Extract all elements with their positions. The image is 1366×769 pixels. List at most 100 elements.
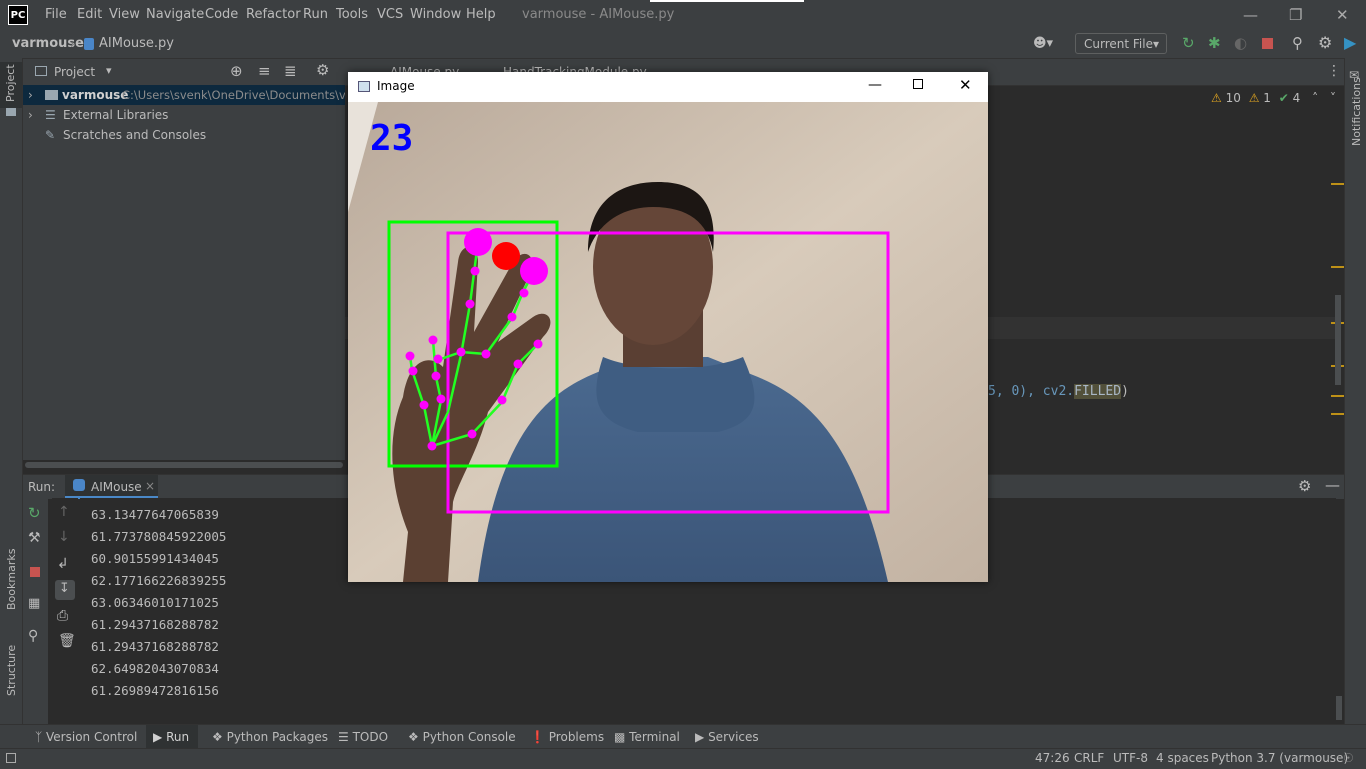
tool-python-packages[interactable]: ❖ Python Packages <box>212 730 328 744</box>
collapse-all-icon[interactable]: ≣ <box>284 62 297 80</box>
run-config-tab[interactable]: AIMouse × <box>65 475 158 499</box>
weak-warning-icon: ⚠ <box>1248 91 1260 105</box>
landmark <box>467 429 477 439</box>
warning-marker[interactable] <box>1331 413 1344 415</box>
run-config-select[interactable]: Current File ▾ <box>1075 33 1167 54</box>
more-options-icon[interactable]: ⋮ <box>1327 63 1341 79</box>
soft-wrap-icon[interactable]: ↲ <box>57 556 69 572</box>
file-encoding[interactable]: UTF-8 <box>1113 751 1148 765</box>
console-line: 62.177166226839255 <box>91 573 227 588</box>
code-line: 5, 0), cv2.FILLED) <box>988 384 1129 399</box>
landmark <box>408 366 418 376</box>
menu-refactor[interactable]: Refactor <box>246 7 301 22</box>
locate-icon[interactable]: ⊕ <box>230 62 243 80</box>
image-window-titlebar[interactable]: Image — ✕ <box>348 72 988 102</box>
structure-tool-label[interactable]: Structure <box>5 645 18 696</box>
settings-gear-icon[interactable]: ⚙ <box>1318 33 1332 52</box>
pin-icon[interactable]: ⚲ <box>28 628 38 644</box>
scroll-to-end-button[interactable]: ↧ <box>55 580 75 600</box>
menu-edit[interactable]: Edit <box>77 7 102 22</box>
error-stripe <box>1331 179 1344 469</box>
close-tab-icon[interactable]: × <box>145 479 155 493</box>
python-interpreter[interactable]: Python 3.7 (varmouse) <box>1211 751 1348 765</box>
menu-bar: PC File Edit View Navigate Code Refactor… <box>0 0 1366 30</box>
warning-icon: ⚠ <box>1211 91 1222 105</box>
line-separator[interactable]: CRLF <box>1074 751 1104 765</box>
window-title: varmouse - AIMouse.py <box>522 7 675 22</box>
bookmarks-tool-label[interactable]: Bookmarks <box>5 549 18 610</box>
restore-icon[interactable]: ❐ <box>1289 6 1302 24</box>
project-tree: › varmouse C:\Users\svenk\OneDrive\Docum… <box>23 85 362 468</box>
debug-icon[interactable]: ✱ <box>1208 34 1221 52</box>
landmark <box>428 335 438 345</box>
run-settings-gear-icon[interactable]: ⚙ <box>1298 477 1311 495</box>
tool-label: Python Console <box>422 730 516 744</box>
lock-icon[interactable]: ☉ <box>1343 751 1354 765</box>
menu-code[interactable]: Code <box>205 7 238 22</box>
wrench-icon[interactable]: ⚒ <box>28 530 41 546</box>
rerun-icon[interactable]: ↻ <box>28 504 41 522</box>
jetbrains-toolbox-icon[interactable]: ▶ <box>1344 33 1356 52</box>
tree-row-varmouse[interactable]: › varmouse C:\Users\svenk\OneDrive\Docum… <box>23 85 362 105</box>
stop-icon[interactable] <box>1262 38 1273 49</box>
trash-icon[interactable]: 🗑 <box>58 633 76 649</box>
status-bar: 47:26 CRLF UTF-8 4 spaces Python 3.7 (va… <box>0 748 1366 769</box>
layout-icon[interactable]: ▦ <box>28 596 40 611</box>
project-panel-title[interactable]: Project <box>54 65 95 79</box>
caret-position[interactable]: 47:26 <box>1035 751 1070 765</box>
toggle-tool-windows-icon[interactable] <box>6 753 16 763</box>
tool-problems[interactable]: ❗ Problems <box>530 730 604 744</box>
user-icon[interactable]: ☻▾ <box>1033 36 1053 51</box>
breadcrumb-file[interactable]: AIMouse.py <box>99 36 174 51</box>
warning-marker[interactable] <box>1331 266 1344 268</box>
python-file-icon <box>84 38 94 50</box>
chevron-down-icon[interactable]: ˅ <box>1330 91 1336 105</box>
vertical-scrollbar[interactable] <box>1335 295 1341 385</box>
minimize-icon[interactable]: — <box>868 77 882 93</box>
menu-file[interactable]: File <box>45 7 67 22</box>
minimize-icon[interactable]: — <box>1243 6 1258 24</box>
rerun-icon[interactable]: ↻ <box>1182 34 1195 52</box>
tool-services[interactable]: ▶ Services <box>695 730 759 744</box>
close-icon[interactable]: ✕ <box>1336 6 1349 24</box>
chevron-up-icon[interactable]: ˄ <box>1312 91 1318 105</box>
inspection-widget[interactable]: ⚠ 10 ⚠ 1 ✔ 4 ˄ ˅ <box>1211 91 1336 105</box>
menu-vcs[interactable]: VCS <box>377 7 403 22</box>
landmark <box>481 349 491 359</box>
arrow-down-icon[interactable]: ↓ <box>58 529 70 545</box>
print-icon[interactable]: ⎙ <box>57 608 68 624</box>
menu-run[interactable]: Run <box>303 7 328 22</box>
expand-all-icon[interactable]: ≡ <box>258 62 271 80</box>
tool-python-console[interactable]: ❖ Python Console <box>408 730 516 744</box>
arrow-up-icon[interactable]: ↑ <box>58 504 70 520</box>
warning-marker[interactable] <box>1331 395 1344 397</box>
warning-marker[interactable] <box>1331 183 1344 185</box>
panel-settings-gear-icon[interactable]: ⚙ <box>316 61 329 79</box>
menu-view[interactable]: View <box>109 7 140 22</box>
tool-todo[interactable]: ☰ TODO <box>338 730 388 744</box>
stop-icon[interactable] <box>30 567 40 577</box>
fps-counter: 23 <box>370 118 413 159</box>
scratches-icon: ✎ <box>45 128 56 142</box>
console-scrollbar[interactable] <box>1336 696 1342 720</box>
menu-navigate[interactable]: Navigate <box>146 7 204 22</box>
tool-version-control[interactable]: ᛉ Version Control <box>35 730 137 744</box>
hide-panel-icon[interactable]: — <box>1325 476 1340 494</box>
coverage-icon[interactable]: ◐ <box>1234 34 1247 52</box>
console-line: 61.29437168288782 <box>91 639 219 654</box>
maximize-icon[interactable] <box>913 79 923 89</box>
console-line: 63.13477647065839 <box>91 507 219 522</box>
tool-terminal[interactable]: ▩ Terminal <box>614 730 680 744</box>
horizontal-scrollbar[interactable] <box>25 462 343 468</box>
project-tool-label[interactable]: Project <box>4 64 17 102</box>
indent-setting[interactable]: 4 spaces <box>1156 751 1209 765</box>
menu-help[interactable]: Help <box>466 7 496 22</box>
menu-tools[interactable]: Tools <box>336 7 368 22</box>
tool-run[interactable]: ▶ Run <box>153 730 189 744</box>
notifications-label[interactable]: Notifications <box>1350 77 1363 146</box>
chevron-down-icon[interactable]: ▾ <box>106 64 112 77</box>
close-icon[interactable]: ✕ <box>959 76 972 94</box>
landmark <box>427 441 437 451</box>
search-icon[interactable]: ⚲ <box>1292 34 1303 52</box>
menu-window[interactable]: Window <box>410 7 461 22</box>
